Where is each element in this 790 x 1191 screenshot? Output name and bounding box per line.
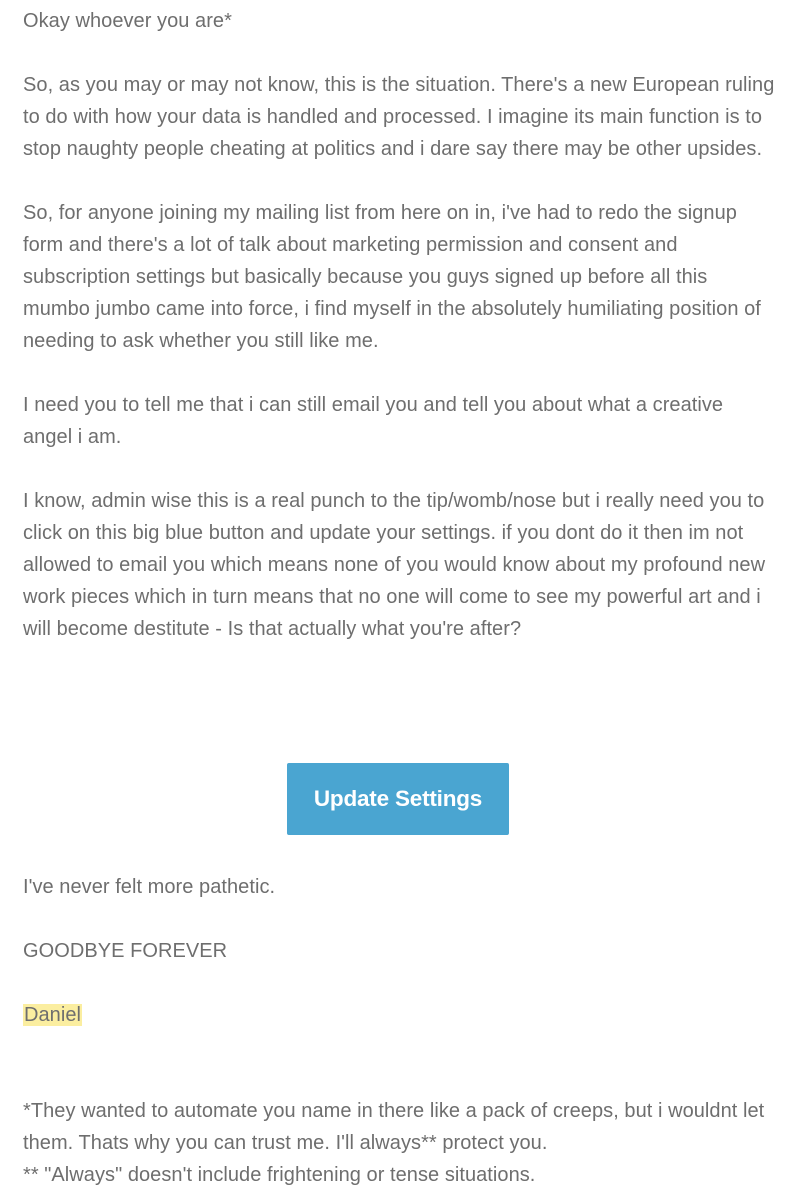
update-settings-button-wrap: Update Settings [287, 763, 509, 835]
email-body: Okay whoever you are* So, as you may or … [23, 5, 775, 645]
signature-line: Daniel [23, 999, 775, 1031]
paragraph-need-permission: I need you to tell me that i can still e… [23, 394, 724, 448]
update-settings-button[interactable]: Update Settings [287, 763, 509, 835]
goodbye-line: GOODBYE FOREVER [23, 940, 228, 962]
footnote-always: ** "Always" doesn't include frightening … [23, 1164, 536, 1186]
pathetic-line: I've never felt more pathetic. [23, 876, 276, 898]
footnote-automation: *They wanted to automate you name in the… [23, 1100, 765, 1154]
greeting-line: Okay whoever you are* [23, 10, 232, 32]
paragraph-situation: So, as you may or may not know, this is … [23, 74, 775, 160]
closing-section: I've never felt more pathetic. GOODBYE F… [23, 871, 775, 1031]
paragraph-mailing-list: So, for anyone joining my mailing list f… [23, 202, 761, 352]
paragraph-click-button: I know, admin wise this is a real punch … [23, 490, 766, 640]
footnotes: *They wanted to automate you name in the… [23, 1095, 775, 1191]
signature-name: Daniel [23, 1004, 82, 1026]
